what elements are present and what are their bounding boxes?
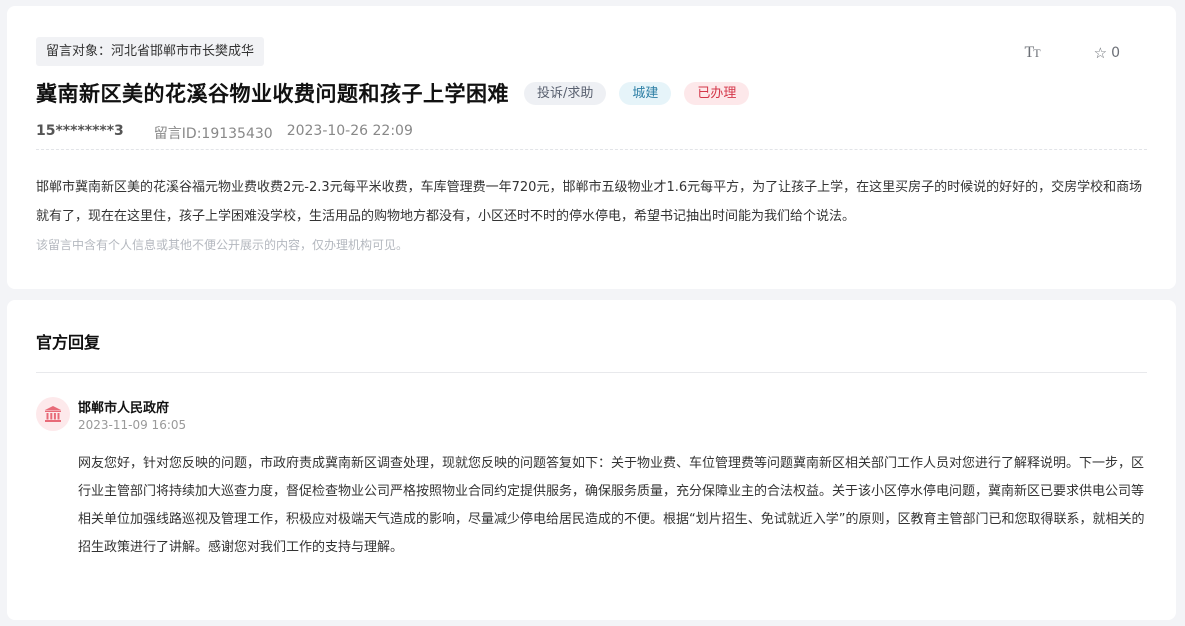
reply-datetime: 2023-11-09 16:05 bbox=[78, 418, 187, 432]
government-building-icon bbox=[45, 406, 61, 422]
reply-content: 网友您好，针对您反映的问题，市政府责成冀南新区调查处理，现就您反映的问题答复如下… bbox=[78, 456, 1145, 555]
message-user: 15********3 bbox=[36, 123, 124, 139]
favorite-button[interactable]: ☆ 0 bbox=[1094, 44, 1120, 62]
avatar bbox=[36, 397, 70, 431]
status-badge: 已办理 bbox=[684, 81, 750, 105]
star-outline-icon: ☆ bbox=[1093, 44, 1108, 62]
message-content: 邯郸市冀南新区美的花溪谷福元物业费收费2元-2.3元每平米收费，车库管理费一年7… bbox=[36, 180, 1143, 224]
org-name: 邯郸市人民政府 bbox=[78, 401, 170, 416]
type-tag: 投诉/求助 bbox=[524, 81, 607, 105]
privacy-notice: 该留言中含有个人信息或其他不便公开展示的内容，仅办理机构可见。 bbox=[36, 238, 409, 252]
message-target-tag: 留言对象：河北省邯郸市市长樊成华 bbox=[36, 37, 265, 66]
divider bbox=[36, 372, 1147, 373]
font-size-icon[interactable]: TT bbox=[1025, 44, 1041, 62]
favorite-count: 0 bbox=[1111, 45, 1120, 61]
divider bbox=[36, 149, 1147, 150]
message-meta: 15********3 留言ID:19135430 2023-10-26 22:… bbox=[36, 123, 413, 143]
reply-heading: 官方回复 bbox=[36, 333, 101, 352]
reply-card: 官方回复 邯郸市人民政府 2023-11-09 16:05 网友您好，针对您反映… bbox=[7, 300, 1176, 620]
message-title: 冀南新区美的花溪谷物业收费问题和孩子上学困难 bbox=[36, 82, 509, 106]
title-row: 冀南新区美的花溪谷物业收费问题和孩子上学困难 投诉/求助 城建 已办理 bbox=[36, 78, 750, 108]
message-datetime: 2023-10-26 22:09 bbox=[286, 123, 413, 139]
category-tag: 城建 bbox=[619, 81, 672, 105]
message-id: 留言ID:19135430 bbox=[153, 126, 273, 142]
message-actions: TT ☆ 0 bbox=[1025, 44, 1121, 62]
message-card: 留言对象：河北省邯郸市市长樊成华 TT ☆ 0 冀南新区美的花溪谷物业收费问题和… bbox=[7, 6, 1176, 289]
